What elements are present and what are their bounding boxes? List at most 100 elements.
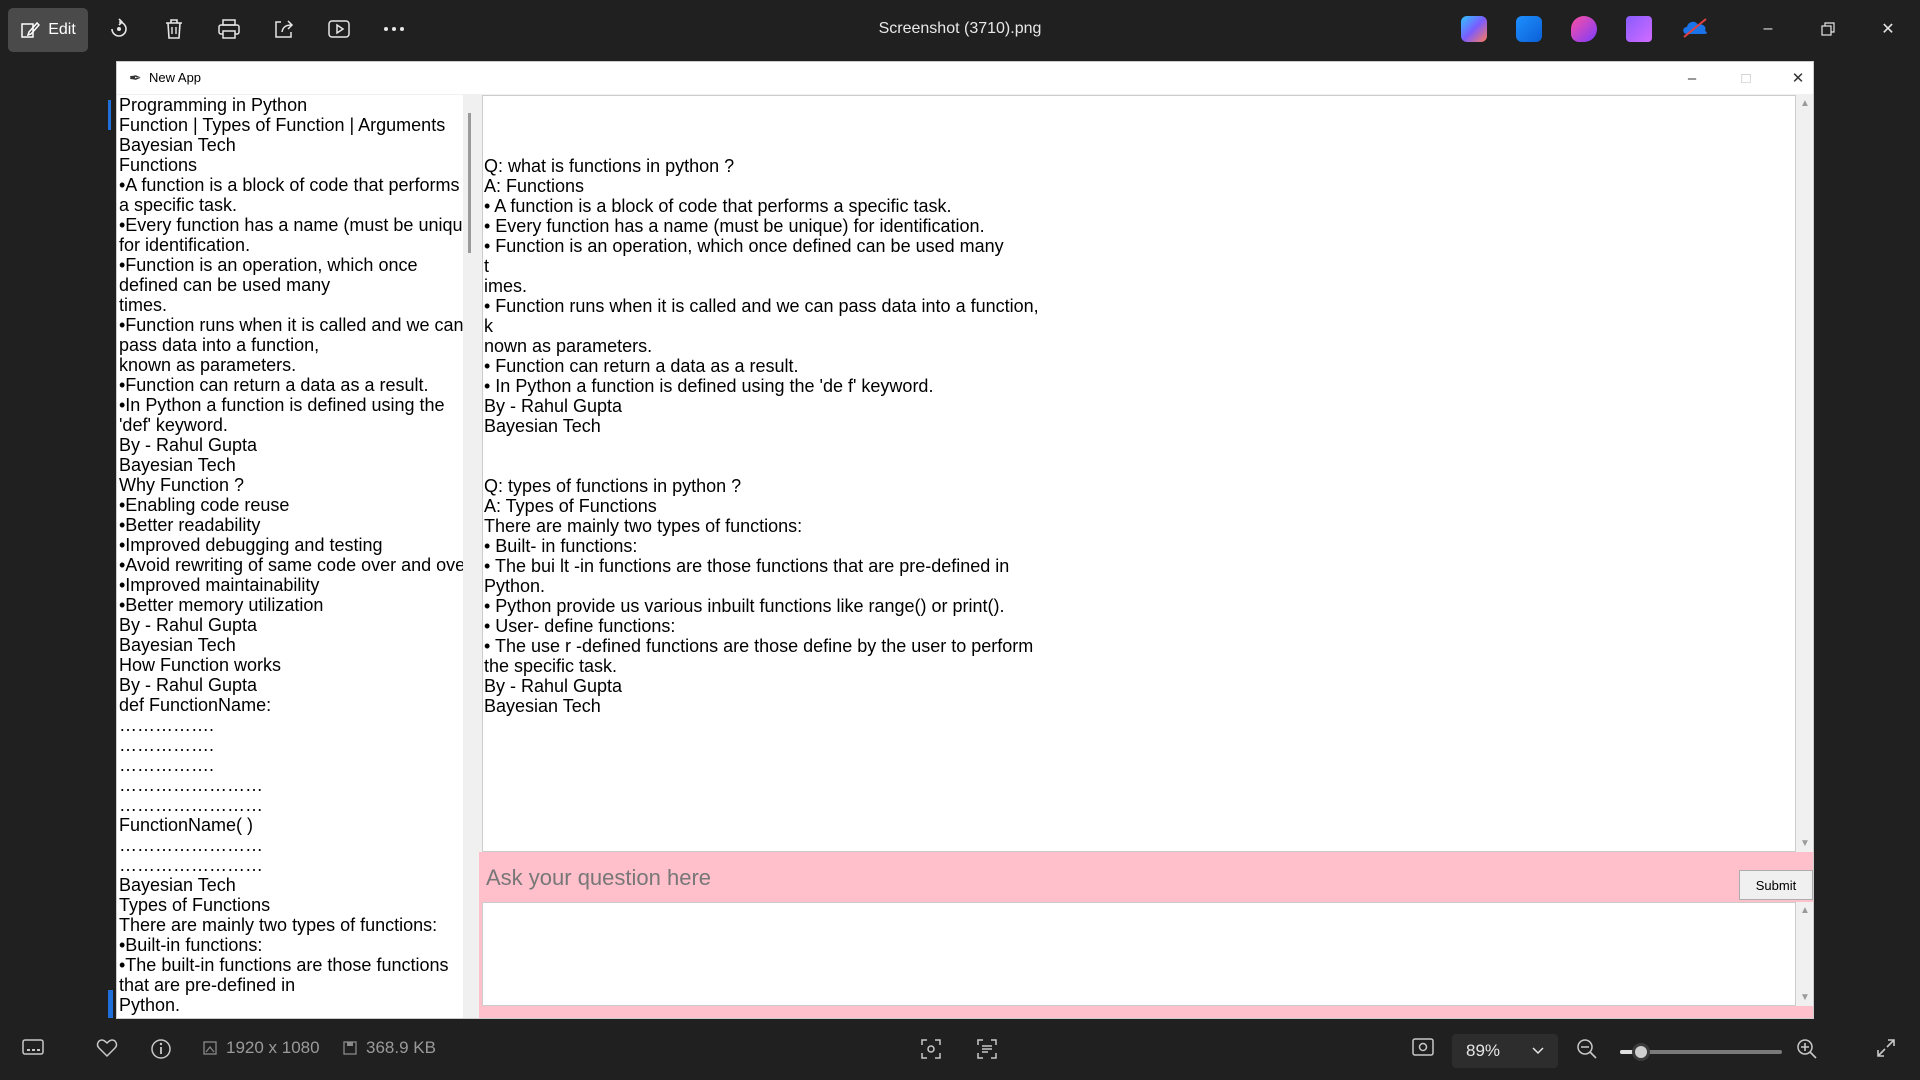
source-text-line: …………….	[119, 755, 215, 775]
output-text-line: Q: what is functions in python ?	[484, 156, 735, 176]
zoom-slider-knob[interactable]	[1632, 1043, 1651, 1061]
source-text-line: Bayesian Tech	[119, 635, 236, 655]
submit-button[interactable]: Submit	[1739, 870, 1813, 900]
source-text-line: By - Rahul Gupta	[119, 615, 258, 635]
source-text-line: •The built-in functions are those functi…	[119, 955, 449, 975]
source-text-line: There are mainly two types of functions:	[119, 915, 438, 935]
info-button[interactable]	[150, 1038, 172, 1060]
share-button[interactable]	[264, 9, 304, 49]
restore-button[interactable]	[1808, 14, 1848, 44]
source-text-line: Why Function ?	[119, 475, 245, 495]
scroll-up-icon[interactable]: ▲	[1800, 98, 1810, 109]
scroll-down-icon[interactable]: ▼	[1800, 838, 1810, 849]
source-text-line: •Every function has a name (must be uniq…	[119, 215, 463, 235]
maximize-icon: □	[1741, 69, 1751, 87]
output-text-line: k	[484, 316, 493, 336]
scan-icon	[920, 1038, 942, 1060]
source-text-line: 'def' keyword.	[119, 415, 228, 435]
source-text-line: How Function works	[119, 655, 282, 675]
output-text-line	[483, 136, 1795, 156]
source-text-line: •Improved debugging and testing	[119, 535, 383, 555]
edit-button[interactable]: Edit	[8, 8, 88, 52]
app-close-button[interactable]: ✕	[1773, 62, 1813, 94]
qa-output-text[interactable]: Q: what is functions in python ? A: Funct…	[482, 95, 1796, 852]
copilot-icon[interactable]	[1461, 16, 1487, 42]
print-button[interactable]	[209, 9, 249, 49]
output-text-line: Bayesian Tech	[484, 696, 601, 716]
close-icon: ✕	[1791, 70, 1805, 87]
output-text-line: • Every function has a name (must be uni…	[484, 216, 985, 236]
source-text-line: •Better readability	[119, 515, 261, 535]
output-text-line: By - Rahul Gupta	[484, 676, 623, 696]
zoom-out-button[interactable]	[1576, 1038, 1598, 1060]
source-text-line: Function | Types of Function | Arguments	[119, 115, 446, 135]
restore-icon	[1821, 22, 1835, 36]
paint-icon[interactable]	[1571, 16, 1597, 42]
source-text-line: •Better memory utilization	[119, 595, 324, 615]
source-text-line: …………….	[119, 715, 215, 735]
minimize-button[interactable]: –	[1748, 14, 1788, 44]
visual-search-button[interactable]	[920, 1038, 942, 1060]
source-text-line: FunctionName( )	[119, 815, 254, 835]
favorite-button[interactable]	[96, 1038, 118, 1058]
filmstrip-button[interactable]	[22, 1038, 44, 1056]
source-text-line: •Function is an operation, which once	[119, 255, 418, 275]
output-text-line: t	[484, 256, 490, 276]
designer-icon[interactable]	[1516, 16, 1542, 42]
fullscreen-button[interactable]	[1876, 1038, 1896, 1058]
source-text-line: •Built-in functions:	[119, 935, 263, 955]
answer-scrollbar[interactable]: ▲ ▼	[1796, 902, 1813, 1006]
source-text-line: Functions	[119, 155, 198, 175]
output-text-line: nown as parameters.	[484, 336, 653, 356]
source-text-line: for identification.	[119, 235, 251, 255]
source-text-line: times.	[119, 295, 168, 315]
rotate-icon	[108, 18, 130, 40]
zoom-in-button[interactable]	[1796, 1038, 1818, 1060]
zoom-slider[interactable]	[1620, 1043, 1782, 1061]
scroll-indicator-bottom	[108, 990, 113, 1018]
fit-view-button[interactable]	[1412, 1038, 1434, 1056]
output-text-line: • Function runs when it is called and we…	[484, 296, 1039, 316]
source-text-line: •In Python a function is defined using t…	[119, 395, 445, 415]
output-scrollbar[interactable]: ▲ ▼	[1796, 95, 1813, 852]
app-maximize-button[interactable]: □	[1721, 62, 1771, 94]
scroll-thumb[interactable]	[468, 113, 471, 253]
fit-screen-icon	[1412, 1038, 1434, 1056]
answer-text-box[interactable]	[482, 902, 1796, 1006]
chevron-down-icon	[1532, 1047, 1544, 1055]
source-text-line: •Function can return a data as a result.	[119, 375, 429, 395]
slideshow-button[interactable]	[319, 9, 359, 49]
onedrive-icon[interactable]	[1681, 16, 1707, 42]
source-scrollbar[interactable]	[463, 95, 479, 1018]
close-icon: ✕	[1881, 21, 1895, 38]
edit-label: Edit	[48, 21, 76, 38]
clipchamp-icon[interactable]	[1626, 16, 1652, 42]
zoom-value: 89%	[1466, 1041, 1501, 1060]
output-text-line: A: Types of Functions	[484, 496, 657, 516]
rotate-button[interactable]	[99, 9, 139, 49]
output-text-line: Bayesian Tech	[484, 416, 601, 436]
close-button[interactable]: ✕	[1868, 14, 1908, 44]
question-input[interactable]	[482, 858, 1740, 898]
more-options-button[interactable]	[374, 9, 414, 49]
source-text-pane[interactable]: Programming in Python Function | Types of…	[117, 95, 463, 1018]
app-minimize-button[interactable]: –	[1667, 62, 1717, 94]
output-text-line: Python.	[484, 576, 546, 596]
output-text-line: By - Rahul Gupta	[484, 396, 623, 416]
output-text-line	[483, 456, 1795, 476]
source-text-line: ……………………	[119, 775, 263, 795]
text-recognition-button[interactable]	[976, 1038, 998, 1060]
source-text-line: that are pre-defined in	[119, 975, 296, 995]
delete-button[interactable]	[154, 9, 194, 49]
source-text-line: ……………………	[119, 795, 263, 815]
zoom-out-icon	[1576, 1038, 1598, 1060]
text-scan-icon	[976, 1038, 998, 1060]
zoom-dropdown[interactable]: 89%	[1452, 1034, 1558, 1068]
edit-icon	[20, 20, 41, 40]
more-icon	[383, 26, 405, 32]
share-icon	[273, 19, 295, 39]
top-toolbar: Edit Screenshot (3710).png – ✕	[0, 0, 1920, 60]
filmstrip-icon	[22, 1038, 44, 1056]
scroll-up-icon[interactable]: ▲	[1800, 905, 1810, 916]
scroll-down-icon[interactable]: ▼	[1800, 992, 1810, 1003]
